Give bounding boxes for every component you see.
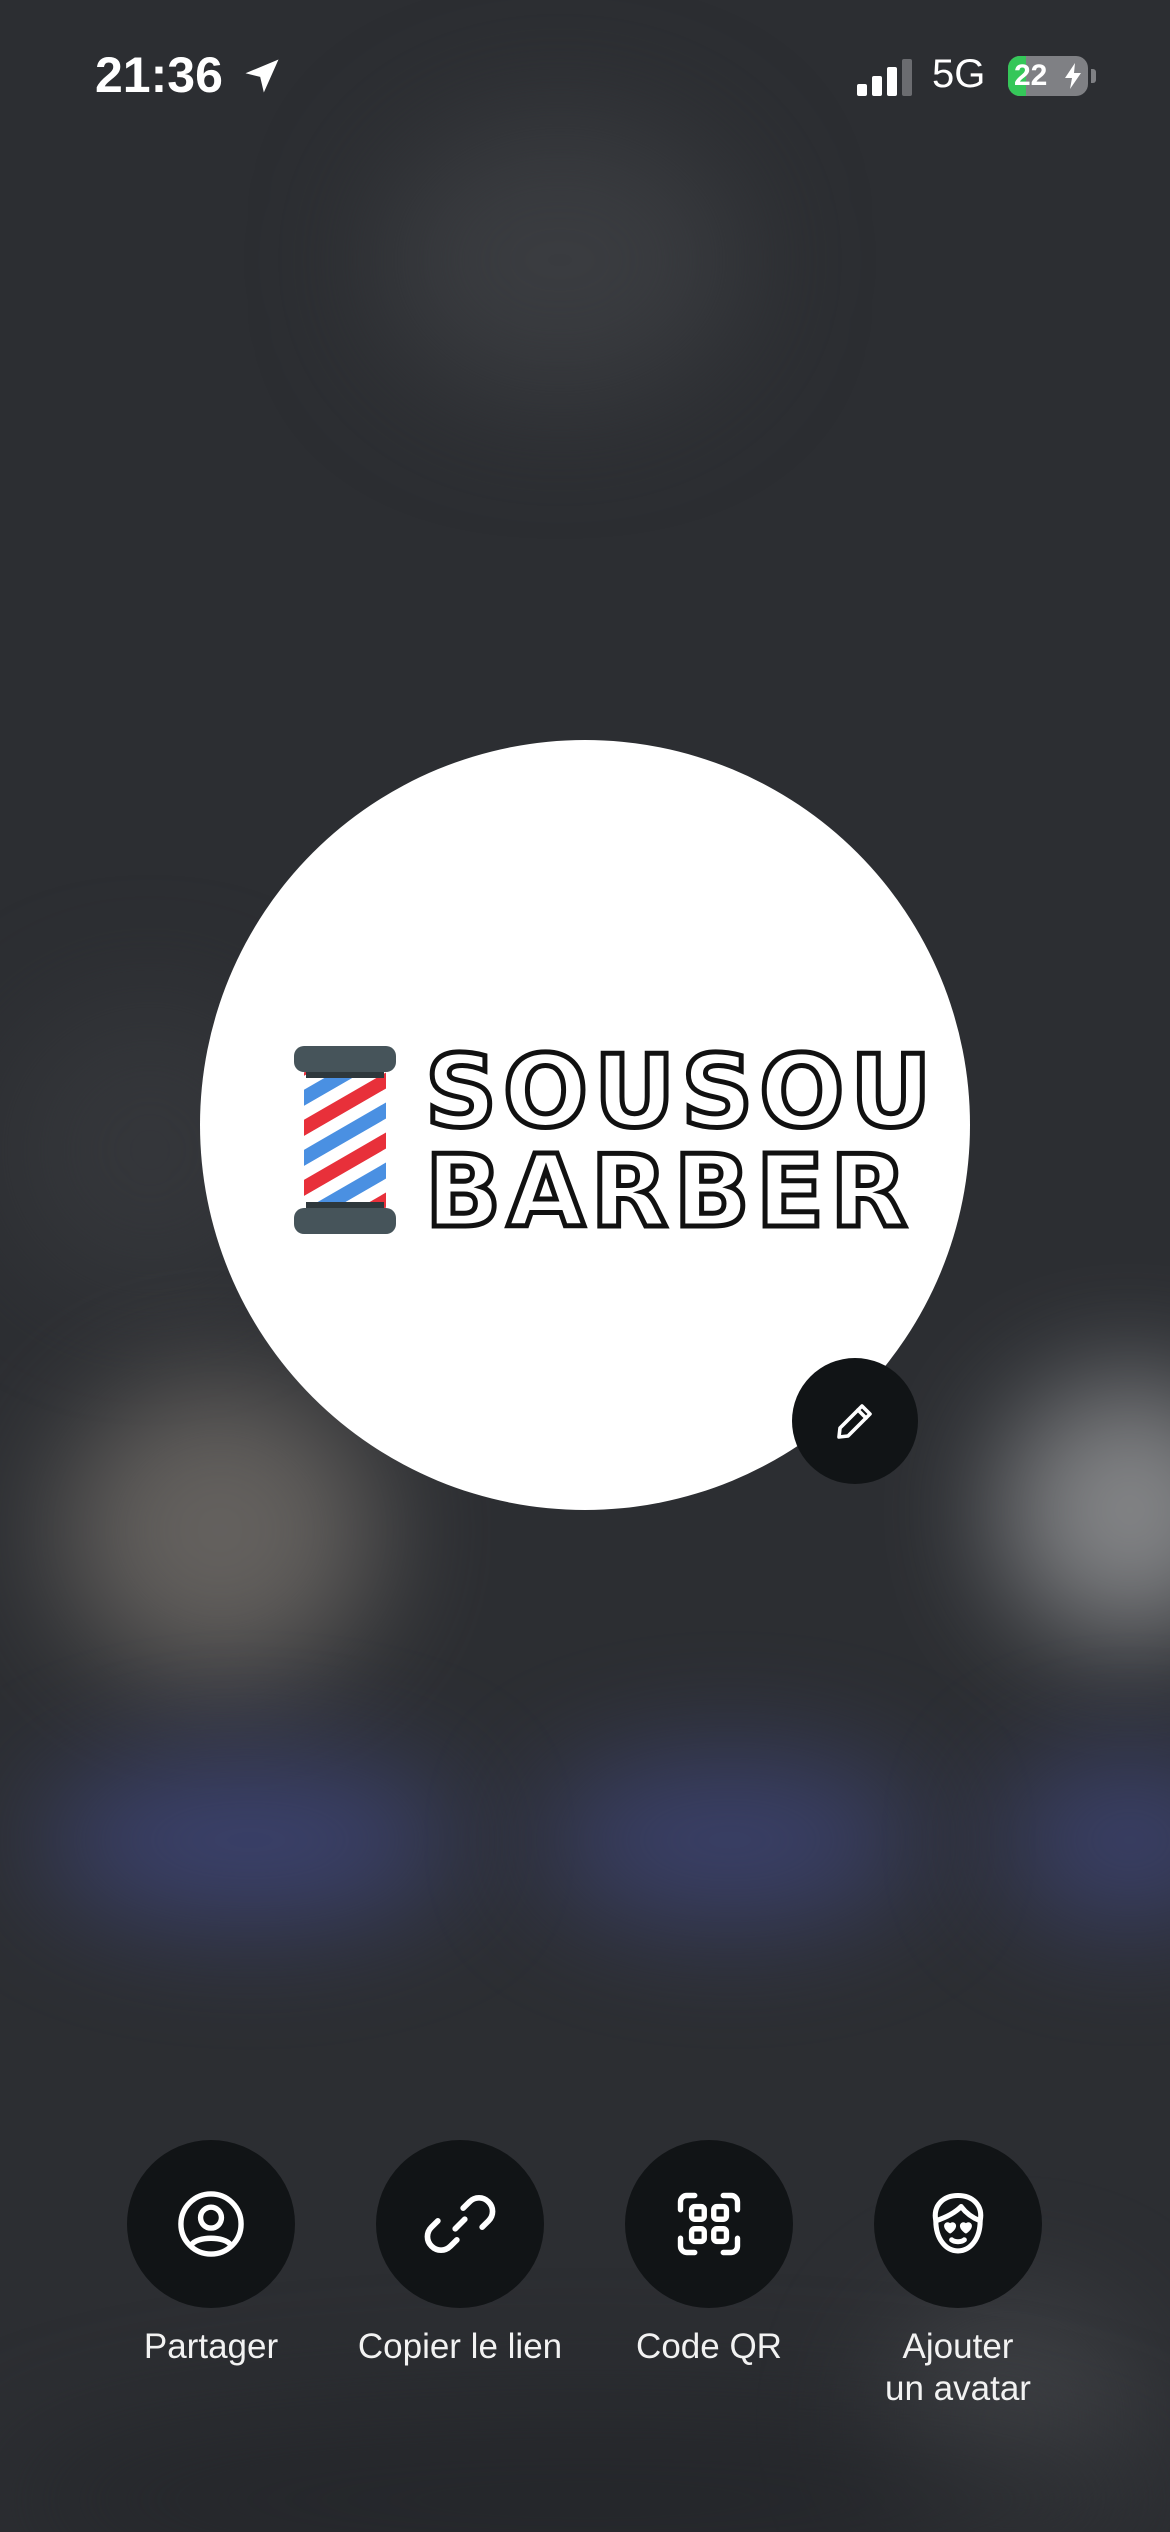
logo-text-line2: BARBER <box>422 1133 914 1250</box>
logo-text-line1: SOUSOU <box>422 1033 938 1150</box>
avatar-face-icon <box>932 2192 984 2254</box>
signal-bars-icon <box>857 59 912 96</box>
add-avatar-button[interactable] <box>874 2140 1042 2308</box>
add-avatar-label: Ajouter un avatar <box>885 2327 1031 2408</box>
copy-link-label: Copier le lien <box>357 2327 563 2366</box>
barber-pole-icon <box>294 1046 396 1234</box>
qr-code-button[interactable] <box>625 2140 793 2308</box>
battery-level: 22 <box>1014 59 1048 92</box>
status-bar: 21:36 5G 22 <box>0 0 1170 150</box>
copy-link-action[interactable]: Copier le lien <box>330 2140 590 2368</box>
share-action[interactable]: Partager <box>81 2140 341 2368</box>
user-circle-icon <box>178 2191 244 2257</box>
pencil-icon <box>837 1404 872 1439</box>
edit-profile-picture-button[interactable] <box>792 1358 918 1484</box>
location-arrow-icon <box>245 59 279 93</box>
qr-code-action[interactable]: Code QR <box>579 2140 839 2368</box>
battery-tip <box>1091 69 1096 83</box>
qr-code-label: Code QR <box>636 2327 782 2366</box>
status-time: 21:36 <box>95 47 223 103</box>
link-icon <box>424 2194 496 2254</box>
qr-code-icon <box>677 2192 741 2256</box>
share-label: Partager <box>143 2327 279 2366</box>
copy-link-button[interactable] <box>376 2140 544 2308</box>
share-button[interactable] <box>127 2140 295 2308</box>
action-bar: Partager Copier le lien Code QR Ajouter … <box>0 2140 1170 2440</box>
battery-indicator: 22 <box>1008 56 1088 96</box>
add-avatar-action[interactable]: Ajouter un avatar <box>828 2140 1088 2410</box>
sousou-barber-logo: SOUSOU BARBER <box>290 1039 934 1260</box>
network-type: 5G <box>932 52 986 96</box>
bolt-icon <box>1065 63 1081 89</box>
